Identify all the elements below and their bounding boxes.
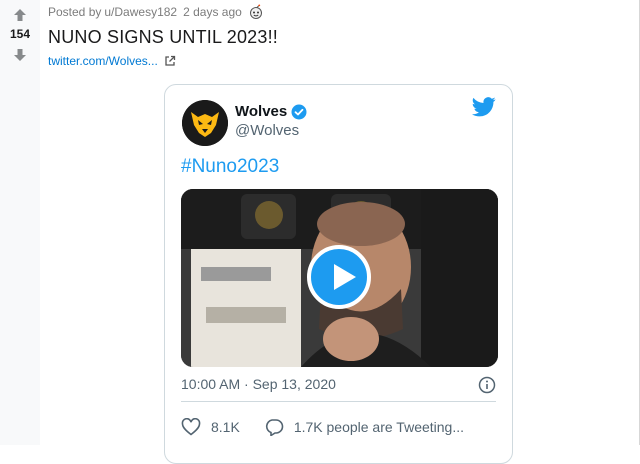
post-title[interactable]: NUNO SIGNS UNTIL 2023!! bbox=[48, 27, 278, 48]
post-external-link[interactable]: twitter.com/Wolves... bbox=[48, 54, 176, 68]
like-button[interactable]: 8.1K bbox=[181, 418, 240, 436]
tweet-author-name[interactable]: Wolves bbox=[235, 103, 307, 120]
verified-icon bbox=[291, 104, 307, 119]
vote-column: 154 bbox=[0, 0, 40, 445]
heart-icon bbox=[181, 418, 201, 436]
info-icon[interactable] bbox=[478, 376, 496, 394]
post-meta: Posted by u/Dawesy182 2 days ago bbox=[48, 4, 264, 20]
embedded-tweet[interactable]: Wolves @Wolves #Nuno2023 10:00 AM · Sep … bbox=[164, 84, 513, 464]
vote-count: 154 bbox=[9, 27, 31, 41]
downvote-icon[interactable] bbox=[13, 48, 27, 62]
comment-icon bbox=[265, 419, 284, 436]
like-count: 8.1K bbox=[211, 419, 240, 435]
post-link-text: twitter.com/Wolves... bbox=[48, 54, 158, 68]
tweet-divider bbox=[181, 401, 496, 402]
tweet-actions: 8.1K 1.7K people are Tweeting... bbox=[181, 418, 464, 436]
post-time[interactable]: 2 days ago bbox=[183, 5, 242, 19]
tweet-video[interactable] bbox=[181, 189, 498, 367]
tweeting-count: 1.7K people are Tweeting... bbox=[293, 419, 465, 435]
wolves-logo-avatar[interactable] bbox=[182, 100, 228, 146]
external-link-icon bbox=[165, 55, 175, 66]
tweet-author-handle[interactable]: @Wolves bbox=[235, 122, 299, 139]
award-icon[interactable] bbox=[248, 4, 264, 20]
posted-by-label: Posted by bbox=[48, 5, 102, 19]
tweet-hashtag[interactable]: #Nuno2023 bbox=[181, 156, 279, 178]
tweet-author-name-text: Wolves bbox=[235, 103, 288, 120]
tweet-timestamp[interactable]: 10:00 AM · Sep 13, 2020 bbox=[181, 376, 336, 392]
upvote-icon[interactable] bbox=[13, 8, 27, 22]
reply-button[interactable]: 1.7K people are Tweeting... bbox=[264, 418, 464, 436]
play-icon[interactable] bbox=[307, 245, 371, 309]
author-username-link[interactable]: u/Dawesy182 bbox=[104, 5, 177, 19]
twitter-bird-icon[interactable] bbox=[472, 97, 496, 117]
